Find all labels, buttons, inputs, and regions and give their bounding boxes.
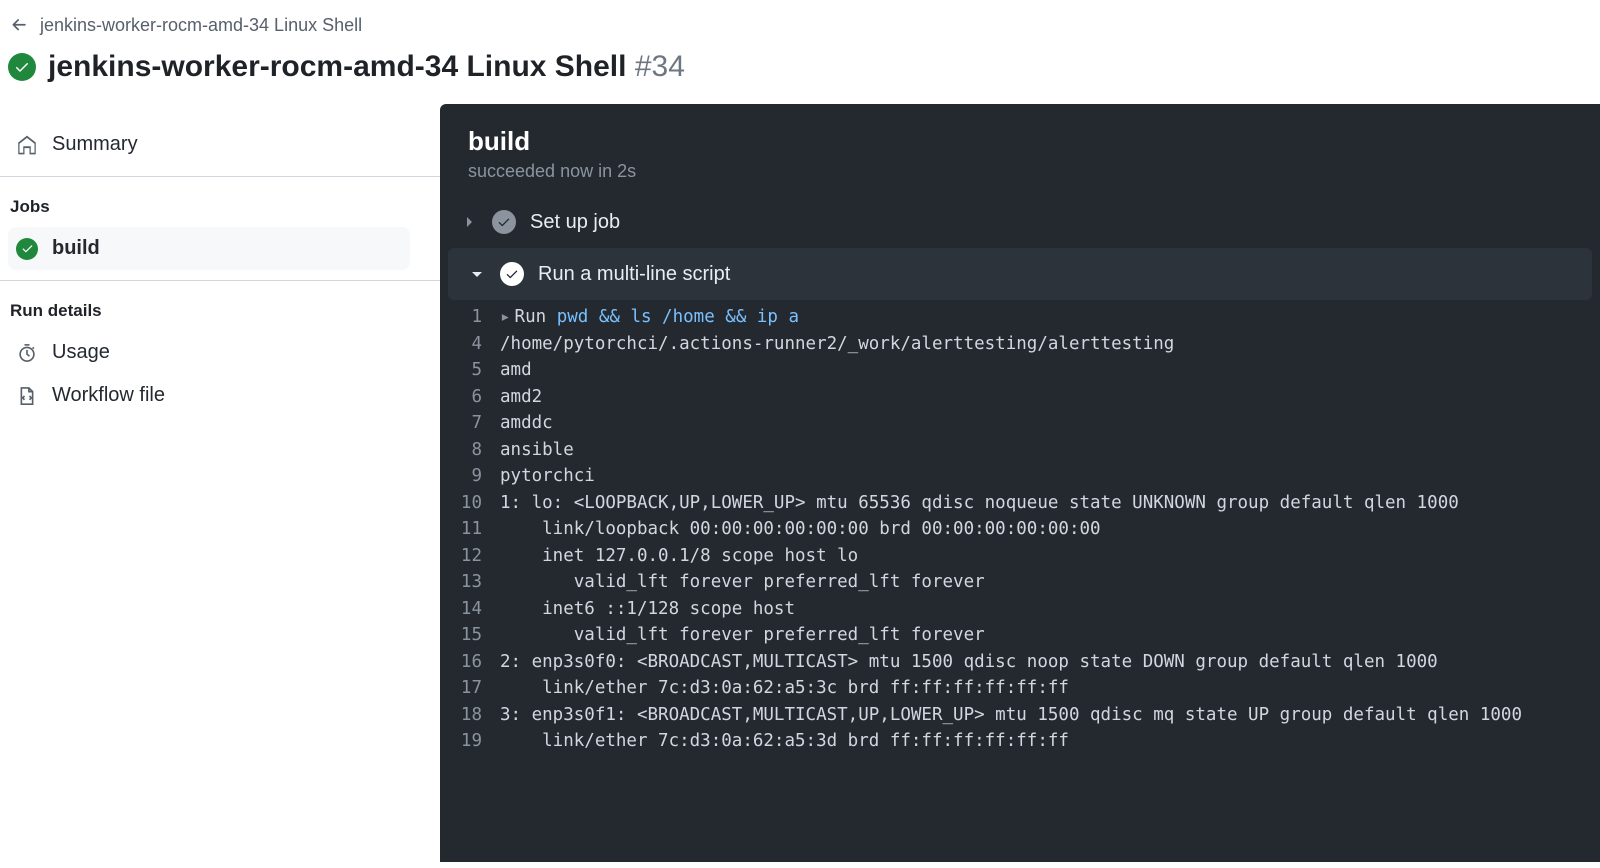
log-line: 8ansible <box>440 437 1600 464</box>
log-line: 13 valid_lft forever preferred_lft forev… <box>440 569 1600 596</box>
sidebar-workflow-file[interactable]: Workflow file <box>8 374 410 417</box>
log-line: 101: lo: <LOOPBACK,UP,LOWER_UP> mtu 6553… <box>440 490 1600 517</box>
log-line: 12 inet 127.0.0.1/8 scope host lo <box>440 543 1600 570</box>
line-number: 4 <box>440 331 500 358</box>
line-content: valid_lft forever preferred_lft forever <box>500 569 1600 596</box>
line-content: /home/pytorchci/.actions-runner2/_work/a… <box>500 331 1600 358</box>
log-line: 4/home/pytorchci/.actions-runner2/_work/… <box>440 331 1600 358</box>
back-arrow-icon[interactable] <box>8 14 30 36</box>
line-content: 2: enp3s0f0: <BROADCAST,MULTICAST> mtu 1… <box>500 649 1600 676</box>
line-number: 6 <box>440 384 500 411</box>
sidebar-job-label: build <box>52 237 100 260</box>
line-content: amddc <box>500 410 1600 437</box>
line-number: 12 <box>440 543 500 570</box>
line-content: inet6 ::1/128 scope host <box>500 596 1600 623</box>
file-icon <box>16 385 38 407</box>
line-number: 18 <box>440 702 500 729</box>
job-status: succeeded now in 2s <box>468 161 1572 182</box>
log-line: 15 valid_lft forever preferred_lft forev… <box>440 622 1600 649</box>
success-icon <box>500 262 524 286</box>
log-line: 6amd2 <box>440 384 1600 411</box>
line-number: 11 <box>440 516 500 543</box>
success-icon <box>16 238 38 260</box>
step-label: Set up job <box>530 211 620 234</box>
line-content: 3: enp3s0f1: <BROADCAST,MULTICAST,UP,LOW… <box>500 702 1600 729</box>
line-number: 8 <box>440 437 500 464</box>
run-details-heading: Run details <box>8 295 410 331</box>
line-number: 16 <box>440 649 500 676</box>
line-content: valid_lft forever preferred_lft forever <box>500 622 1600 649</box>
sidebar-summary-label: Summary <box>52 133 138 156</box>
success-icon <box>492 210 516 234</box>
divider <box>0 176 440 177</box>
log-line: 9pytorchci <box>440 463 1600 490</box>
breadcrumb-bar: jenkins-worker-rocm-amd-34 Linux Shell <box>0 0 1600 44</box>
log-line: 1▸Run pwd && ls /home && ip a <box>440 304 1600 331</box>
workflow-title: jenkins-worker-rocm-amd-34 Linux Shell <box>48 50 626 83</box>
line-number: 13 <box>440 569 500 596</box>
line-content: amd2 <box>500 384 1600 411</box>
step-label: Run a multi-line script <box>538 263 730 286</box>
breadcrumb-text[interactable]: jenkins-worker-rocm-amd-34 Linux Shell <box>40 15 362 36</box>
log-line: 19 link/ether 7c:d3:0a:62:a5:3d brd ff:f… <box>440 728 1600 755</box>
line-content: inet 127.0.0.1/8 scope host lo <box>500 543 1600 570</box>
line-number: 19 <box>440 728 500 755</box>
sidebar-summary[interactable]: Summary <box>8 123 410 166</box>
log-line: 183: enp3s0f1: <BROADCAST,MULTICAST,UP,L… <box>440 702 1600 729</box>
run-number: #34 <box>635 50 685 83</box>
sidebar-usage-label: Usage <box>52 341 110 364</box>
line-content: ▸Run pwd && ls /home && ip a <box>500 304 1600 331</box>
line-number: 1 <box>440 304 500 331</box>
log-output[interactable]: 1▸Run pwd && ls /home && ip a4/home/pyto… <box>440 300 1600 755</box>
log-line: 14 inet6 ::1/128 scope host <box>440 596 1600 623</box>
line-number: 10 <box>440 490 500 517</box>
line-content: 1: lo: <LOOPBACK,UP,LOWER_UP> mtu 65536 … <box>500 490 1600 517</box>
line-content: link/ether 7c:d3:0a:62:a5:3c brd ff:ff:f… <box>500 675 1600 702</box>
line-content: amd <box>500 357 1600 384</box>
line-number: 7 <box>440 410 500 437</box>
sidebar: Summary Jobs build Run details Usage Wor… <box>0 104 440 862</box>
expand-triangle-icon[interactable]: ▸ <box>500 307 511 327</box>
line-content: ansible <box>500 437 1600 464</box>
line-content: link/ether 7c:d3:0a:62:a5:3d brd ff:ff:f… <box>500 728 1600 755</box>
log-panel: build succeeded now in 2s Set up job Run… <box>440 104 1600 862</box>
log-header: build succeeded now in 2s <box>440 104 1600 196</box>
divider <box>0 280 440 281</box>
line-number: 5 <box>440 357 500 384</box>
chevron-down-icon <box>468 265 486 283</box>
log-line: 17 link/ether 7c:d3:0a:62:a5:3c brd ff:f… <box>440 675 1600 702</box>
title-row: jenkins-worker-rocm-amd-34 Linux Shell #… <box>0 44 1600 104</box>
log-line: 5amd <box>440 357 1600 384</box>
step-run-script[interactable]: Run a multi-line script <box>448 248 1592 300</box>
line-content: link/loopback 00:00:00:00:00:00 brd 00:0… <box>500 516 1600 543</box>
sidebar-job-build[interactable]: build <box>8 227 410 270</box>
jobs-heading: Jobs <box>8 191 410 227</box>
step-setup-job[interactable]: Set up job <box>440 196 1600 248</box>
success-icon <box>8 53 36 81</box>
job-title: build <box>468 126 1572 157</box>
sidebar-usage[interactable]: Usage <box>8 331 410 374</box>
log-line: 7amddc <box>440 410 1600 437</box>
line-number: 9 <box>440 463 500 490</box>
line-number: 15 <box>440 622 500 649</box>
line-number: 14 <box>440 596 500 623</box>
line-content: pytorchci <box>500 463 1600 490</box>
line-number: 17 <box>440 675 500 702</box>
chevron-right-icon <box>460 213 478 231</box>
log-line: 11 link/loopback 00:00:00:00:00:00 brd 0… <box>440 516 1600 543</box>
log-line: 162: enp3s0f0: <BROADCAST,MULTICAST> mtu… <box>440 649 1600 676</box>
sidebar-workflow-file-label: Workflow file <box>52 384 165 407</box>
home-icon <box>16 134 38 156</box>
stopwatch-icon <box>16 342 38 364</box>
